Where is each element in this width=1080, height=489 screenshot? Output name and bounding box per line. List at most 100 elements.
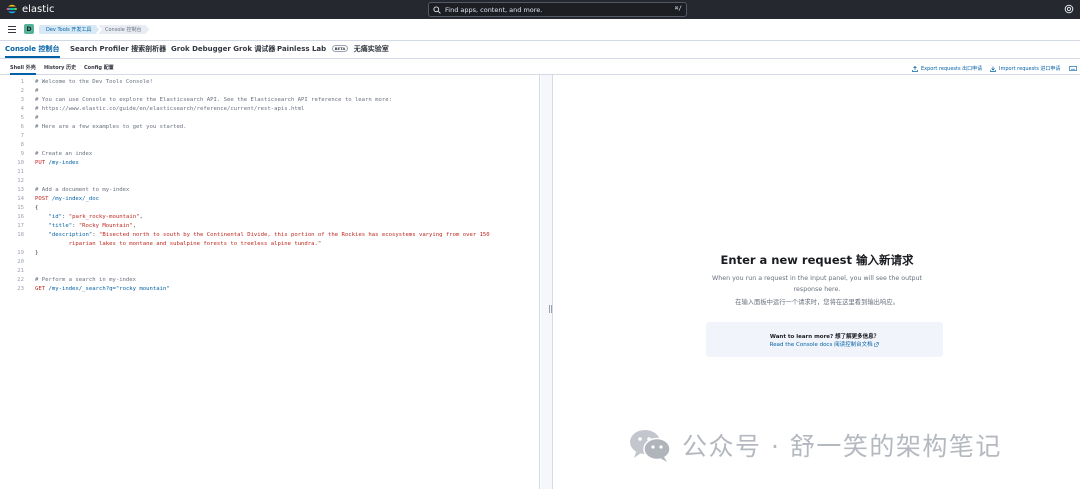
json-key: "title"	[48, 223, 73, 229]
search-icon	[433, 5, 441, 14]
menu-icon[interactable]	[8, 26, 16, 33]
code-text: #	[35, 87, 38, 96]
code-comment: # Add a document to my-index	[35, 187, 130, 193]
tab-painless-lab-suffix: 无痛实验室	[353, 45, 389, 53]
elastic-logo[interactable]: elastic	[6, 3, 54, 15]
request-path: /my-index	[48, 160, 79, 166]
code-line: 12	[4, 177, 540, 186]
line-number: 7	[20, 133, 24, 139]
code-line: 21	[4, 267, 540, 276]
elastic-logo-icon	[6, 4, 17, 14]
console-docs-link-label: Read the Console docs 阅读控制台文档	[769, 342, 873, 348]
code-text: # Create an index	[35, 150, 92, 159]
json-value: "Bisected north to south by the Continen…	[99, 232, 490, 238]
code-line: 2 #	[4, 87, 540, 96]
http-method: GET	[35, 286, 46, 292]
code-text: # You can use Console to explore the Ela…	[35, 96, 392, 105]
space-avatar[interactable]: D	[24, 24, 34, 34]
code-line: 1 # Welcome to the Dev Tools Console!	[4, 78, 540, 87]
code-line: 15 {	[4, 204, 540, 213]
code-text: "title": "Rocky Mountain",	[48, 223, 137, 229]
request-editor[interactable]: 1 # Welcome to the Dev Tools Console! 2 #3 #…	[4, 75, 540, 489]
code-line: 14 POST /my-index/_doc	[4, 195, 540, 204]
resize-handle-icon[interactable]	[549, 305, 552, 313]
code-line: 20	[4, 258, 540, 267]
code-line: 8	[4, 141, 540, 150]
tab-history[interactable]: History 历史	[44, 64, 76, 75]
help-icon[interactable]	[1064, 4, 1074, 14]
code-line: 3 # You can use Console to explore the El…	[4, 96, 540, 105]
tab-grok-debugger[interactable]: Grok Debugger Grok 调试器	[171, 44, 275, 58]
line-number: 17	[17, 223, 24, 229]
tab-search-profiler[interactable]: Search Profiler 搜索剖析器	[70, 44, 166, 58]
tab-console[interactable]: Console 控制台	[5, 44, 60, 58]
tab-config[interactable]: Config 配置	[84, 64, 114, 75]
code-text: # Here are a few examples to get you sta…	[35, 123, 187, 132]
tab-painless-lab-label: Painless Lab	[277, 45, 327, 53]
code-comment: #	[35, 115, 39, 121]
code-line: 19}	[4, 249, 540, 258]
code-text: # Welcome to the Dev Tools Console!	[35, 78, 153, 87]
json-trailing: ,	[132, 223, 137, 229]
code-line: 18 "description": "Bisected north to sou…	[4, 231, 540, 240]
code-text: # Add a document to my-index	[35, 186, 129, 195]
tab-painless-lab[interactable]: Painless Lab BETA 无痛实验室	[277, 44, 389, 58]
panel-splitter[interactable]	[541, 75, 553, 489]
import-icon	[990, 66, 996, 72]
dev-tools-tabs: Console 控制台 Search Profiler 搜索剖析器 Grok D…	[0, 41, 1080, 59]
line-number: 15	[17, 205, 24, 211]
watermark: 公众号 · 舒一笑的架构笔记	[628, 425, 1002, 465]
line-number: 8	[20, 142, 24, 148]
line-number: 23	[17, 286, 24, 292]
line-number: 5	[20, 115, 24, 121]
request-path: /my-index/_search?q="rocky mountain"	[48, 286, 170, 292]
code-line: 16 "id": "park_rocky-mountain",	[4, 213, 540, 222]
tab-shell[interactable]: Shell 外壳	[10, 64, 36, 75]
json-key: "description"	[48, 232, 93, 238]
line-number: 22	[17, 277, 24, 283]
code-line: 7	[4, 132, 540, 141]
line-number: 16	[17, 214, 24, 220]
code-line: 13 # Add a document to my-index	[4, 186, 540, 195]
console-subtabs: Shell 外壳 History 历史 Config 配置 Export req…	[0, 59, 1080, 75]
code-text: # Perform a search in my-index	[35, 276, 136, 285]
code-line: 4 # https://www.elastic.co/guide/en/elast…	[4, 105, 540, 114]
code-comment: # Create an index	[35, 151, 93, 157]
export-requests-button[interactable]: Export requests 出口申请	[912, 65, 982, 72]
empty-output-title: Enter a new request 输入新请求	[720, 253, 914, 267]
import-requests-label: Import requests 进口申请	[999, 66, 1061, 72]
watermark-text: 公众号 · 舒一笑的架构笔记	[682, 432, 1002, 461]
code-line: 22 # Perform a search in my-index	[4, 276, 540, 285]
console-docs-link[interactable]: Read the Console docs 阅读控制台文档	[706, 340, 943, 348]
global-search[interactable]: ⌘/	[428, 2, 687, 17]
code-line: 11	[4, 168, 540, 177]
keyboard-shortcuts-icon[interactable]	[1069, 66, 1077, 71]
search-input[interactable]	[445, 5, 665, 14]
line-number: 9	[20, 151, 24, 157]
learn-more-question: Want to learn more? 想了解更多信息？	[769, 334, 880, 340]
breadcrumb-dev-tools[interactable]: Dev Tools 开发工具	[39, 25, 99, 34]
code-comment: # https://www.elastic.co/guide/en/elasti…	[35, 106, 305, 112]
code-line: riparian lakes to montane and subalpine …	[4, 240, 540, 249]
line-number: 12	[17, 178, 24, 184]
line-number: 11	[17, 169, 24, 175]
wechat-icon	[630, 430, 671, 462]
line-number: 2	[20, 88, 24, 94]
search-shortcut: ⌘/	[674, 5, 682, 12]
code-text: }	[35, 249, 38, 258]
code-punctuation: }	[35, 250, 39, 256]
request-path: /my-index/_doc	[51, 196, 100, 202]
http-method: PUT	[35, 160, 46, 166]
json-value: "park_rocky-mountain"	[68, 214, 140, 220]
line-number: 6	[20, 124, 24, 130]
code-text: PUT /my-index	[35, 159, 79, 168]
code-comment: # Here are a few examples to get you sta…	[35, 124, 187, 130]
import-requests-button[interactable]: Import requests 进口申请	[990, 65, 1060, 72]
code-text: riparian lakes to montane and subalpine …	[35, 240, 322, 249]
export-requests-label: Export requests 出口申请	[921, 66, 983, 72]
code-line: 6 # Here are a few examples to get you st…	[4, 123, 540, 132]
code-text: "id": "park_rocky-mountain",	[48, 214, 143, 220]
json-value-wrapped: riparian lakes to montane and subalpine …	[68, 241, 322, 247]
breadcrumb-console: Console 控制台	[98, 25, 149, 34]
code-line: 17 "title": "Rocky Mountain",	[4, 222, 540, 231]
